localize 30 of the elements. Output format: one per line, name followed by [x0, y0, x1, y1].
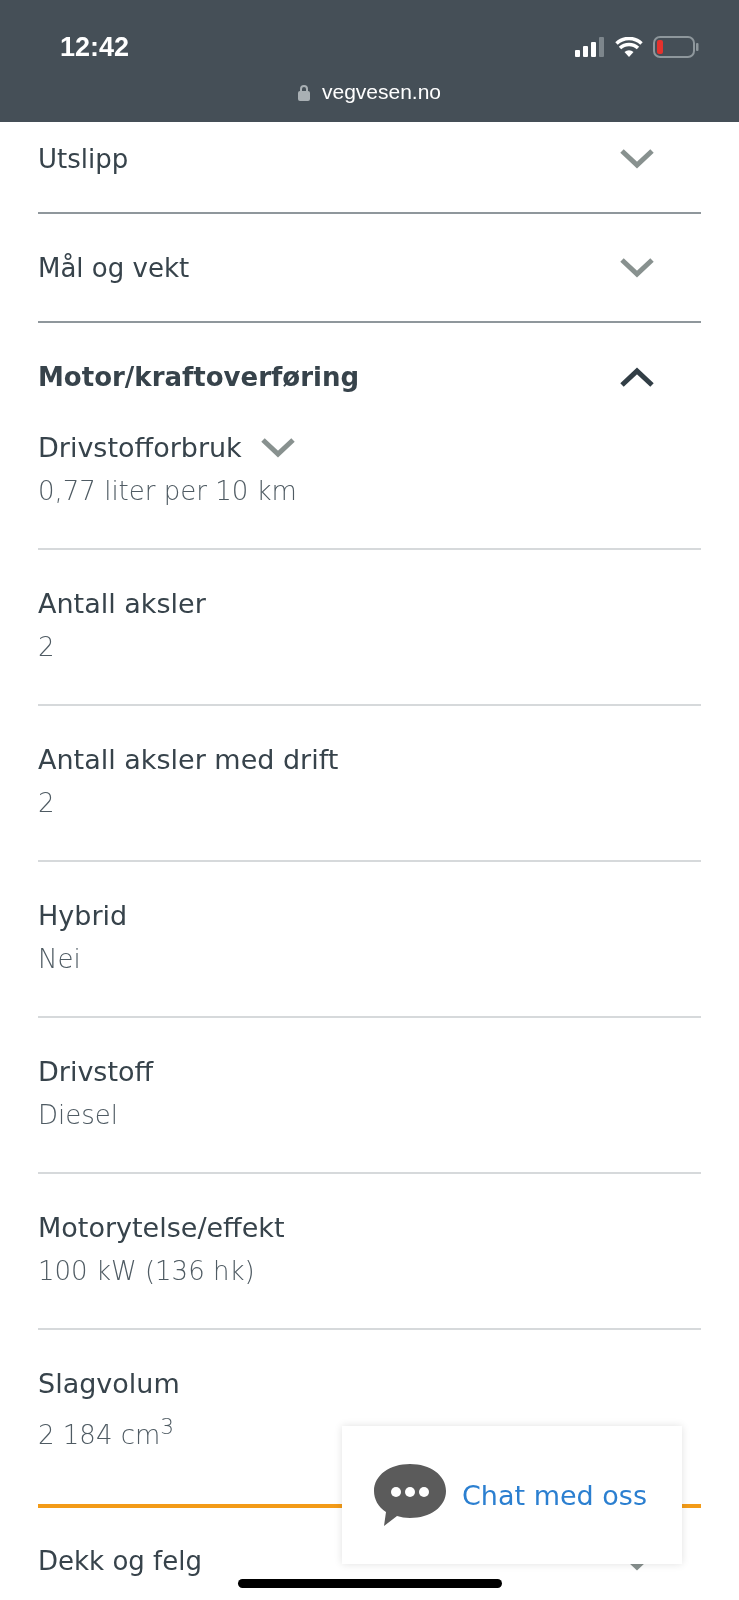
field-value: 0,77 liter per 10 km: [38, 475, 298, 508]
battery-icon: [653, 36, 699, 58]
chevron-down-icon: [619, 147, 655, 170]
chat-bubble-icon: [372, 1462, 448, 1528]
field-label: Slagvolum: [38, 1367, 180, 1401]
field-value: 2: [38, 631, 56, 664]
field-value: 2: [38, 787, 56, 820]
field-label: Drivstoff: [38, 1055, 154, 1089]
field-label: Antall aksler med drift: [38, 743, 339, 777]
lock-icon: [297, 83, 310, 101]
section-title[interactable]: Mål og vekt: [38, 252, 190, 283]
section-title[interactable]: Dekk og felg: [38, 1546, 202, 1577]
field-value: 100 kW (136 hk): [38, 1255, 256, 1288]
section-title[interactable]: Motor/kraftoverføring: [38, 361, 360, 392]
url-text[interactable]: vegvesen.no: [321, 80, 442, 104]
chat-button[interactable]: Chat med oss: [342, 1426, 682, 1564]
field-label: Hybrid: [38, 899, 128, 933]
wifi-icon: [615, 37, 643, 57]
signal-icon: [575, 37, 605, 57]
clock-time: 12:42: [60, 31, 130, 63]
field-value: Nei: [38, 943, 82, 976]
field-value: 2 184 cm$^{3}$: [38, 1413, 176, 1452]
field-value: Diesel: [38, 1099, 119, 1132]
chevron-up-icon: [619, 365, 655, 388]
field-label: Drivstofforbruk: [38, 431, 242, 465]
section-title[interactable]: Utslipp: [38, 143, 129, 174]
field-label: Antall aksler: [38, 587, 206, 621]
field-label: Motorytelse/effekt: [38, 1211, 285, 1245]
chevron-down-icon[interactable]: [259, 437, 296, 459]
chevron-down-icon: [619, 256, 655, 279]
